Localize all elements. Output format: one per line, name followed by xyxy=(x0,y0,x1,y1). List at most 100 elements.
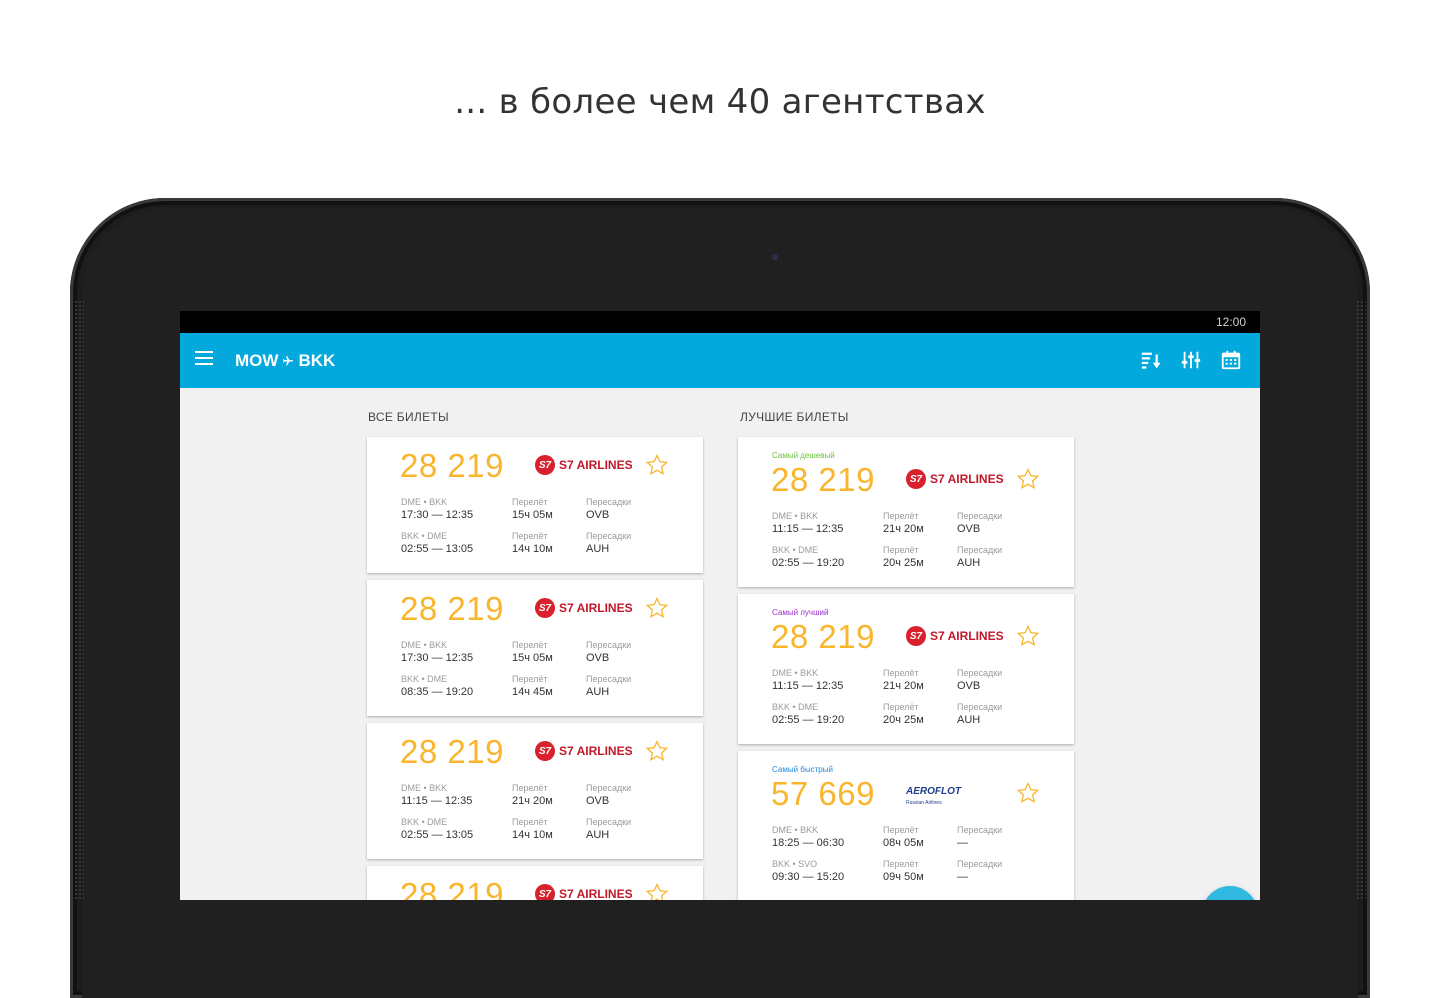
airline-logo: S7 S7 AIRLINES xyxy=(535,884,633,900)
s7-logo-icon: S7 xyxy=(535,455,555,475)
favorite-star-icon[interactable] xyxy=(1016,624,1040,648)
s7-logo-icon: S7 xyxy=(906,469,926,489)
leg-route: BKK • DME xyxy=(401,674,448,684)
favorite-star-icon[interactable] xyxy=(1016,781,1040,805)
leg-duration-label: Перелёт xyxy=(512,783,548,793)
s7-logo-icon: S7 xyxy=(535,598,555,618)
leg-duration-label: Перелёт xyxy=(512,817,548,827)
leg-duration-label: Перелёт xyxy=(512,531,548,541)
status-bar: 12:00 xyxy=(180,311,1260,333)
headline: ... в более чем 40 агентствах xyxy=(454,82,986,122)
airline-name: S7 AIRLINES xyxy=(930,472,1004,486)
leg-transfers-label: Пересадки xyxy=(957,511,1003,521)
leg-time: 11:15 — 12:35 xyxy=(401,795,473,807)
camera-dot xyxy=(772,254,778,260)
ticket-price: 28 219 xyxy=(400,447,504,484)
leg-time: 02:55 — 19:20 xyxy=(772,714,845,726)
airline-logo: S7 S7 AIRLINES xyxy=(906,626,1004,646)
leg-duration: 08ч 05м xyxy=(883,837,924,849)
leg-duration-label: Перелёт xyxy=(883,825,919,835)
leg-time: 09:30 — 15:20 xyxy=(772,871,845,883)
ticket-card[interactable]: 28 219 S7 S7 AIRLINES xyxy=(367,866,703,900)
leg-transfers: AUH xyxy=(586,686,610,698)
leg-transfers-label: Пересадки xyxy=(586,497,632,507)
ticket-card[interactable]: Самый быстрый 57 669 AEROFLOT Russian Airli… xyxy=(738,751,1074,900)
leg-transfers-label: Пересадки xyxy=(957,545,1003,555)
ticket-card[interactable]: Самый лучший 28 219 S7 S7 AIRLINES DME • BKK… xyxy=(738,594,1074,744)
leg-transfers-label: Пересадки xyxy=(957,859,1003,869)
sort-icon[interactable] xyxy=(1140,349,1162,371)
ticket-tag: Самый лучший xyxy=(772,608,829,617)
favorite-star-icon[interactable] xyxy=(645,596,669,620)
leg-transfers: AUH xyxy=(586,543,610,555)
status-time: 12:00 xyxy=(1215,315,1246,329)
leg-route: BKK • DME xyxy=(401,531,448,541)
favorite-star-icon[interactable] xyxy=(645,882,669,900)
airline-name: AEROFLOT xyxy=(906,786,961,797)
app-bar: MOW BKK xyxy=(180,333,1260,388)
ticket-price: 28 219 xyxy=(771,461,875,498)
s7-logo-icon: S7 xyxy=(906,626,926,646)
ticket-card[interactable]: 28 219 S7 S7 AIRLINES DME • BKK 17:30 — 12:3… xyxy=(367,580,703,716)
plane-icon xyxy=(283,356,294,366)
route-title: MOW BKK xyxy=(235,351,335,371)
airline-logo: AEROFLOT Russian Airlines xyxy=(906,781,961,806)
leg-transfers-label: Пересадки xyxy=(586,817,632,827)
ticket-card[interactable]: Самый дешевый 28 219 S7 S7 AIRLINES DME • BK… xyxy=(738,437,1074,587)
fab-button[interactable] xyxy=(1202,886,1258,900)
leg-time: 17:30 — 12:35 xyxy=(401,652,474,664)
airline-name: S7 AIRLINES xyxy=(559,601,633,615)
leg-duration: 21ч 20м xyxy=(883,523,924,535)
ticket-price: 28 219 xyxy=(400,590,504,627)
tablet-screen: 12:00 MOW BKK ВСЕ БИЛЕТЫ ЛУЧШИЕ БИЛЕТЫ 2… xyxy=(180,311,1260,900)
leg-transfers-label: Пересадки xyxy=(586,783,632,793)
filter-icon[interactable] xyxy=(1180,349,1202,371)
airline-name: S7 AIRLINES xyxy=(930,629,1004,643)
favorite-star-icon[interactable] xyxy=(645,453,669,477)
airline-logo: S7 S7 AIRLINES xyxy=(906,469,1004,489)
airline-subtitle: Russian Airlines xyxy=(906,800,942,806)
leg-duration-label: Перелёт xyxy=(512,674,548,684)
favorite-star-icon[interactable] xyxy=(645,739,669,763)
leg-duration: 09ч 50м xyxy=(883,871,924,883)
all-tickets-title: ВСЕ БИЛЕТЫ xyxy=(368,410,449,424)
airline-name: S7 AIRLINES xyxy=(559,744,633,758)
leg-duration-label: Перелёт xyxy=(512,497,548,507)
leg-duration: 20ч 25м xyxy=(883,714,924,726)
s7-logo-icon: S7 xyxy=(535,884,555,900)
airline-name: S7 AIRLINES xyxy=(559,887,633,900)
leg-duration-label: Перелёт xyxy=(883,859,919,869)
leg-transfers: — xyxy=(957,837,968,849)
leg-transfers-label: Пересадки xyxy=(586,531,632,541)
leg-route: BKK • DME xyxy=(772,702,819,712)
leg-time: 11:15 — 12:35 xyxy=(772,523,844,535)
menu-icon[interactable] xyxy=(195,351,213,365)
airline-logo: S7 S7 AIRLINES xyxy=(535,741,633,761)
ticket-card[interactable]: 28 219 S7 S7 AIRLINES DME • BKK 17:30 — 12:3… xyxy=(367,437,703,573)
leg-transfers-label: Пересадки xyxy=(957,668,1003,678)
leg-transfers: OVB xyxy=(957,680,981,692)
leg-duration: 20ч 25м xyxy=(883,557,924,569)
leg-transfers-label: Пересадки xyxy=(957,825,1003,835)
calendar-icon[interactable] xyxy=(1220,349,1242,371)
leg-duration: 15ч 05м xyxy=(512,509,553,521)
leg-route: DME • BKK xyxy=(772,825,819,835)
ticket-price: 28 219 xyxy=(400,876,504,900)
leg-duration-label: Перелёт xyxy=(512,640,548,650)
ticket-price: 28 219 xyxy=(400,733,504,770)
leg-transfers: OVB xyxy=(586,652,610,664)
airline-logo: S7 S7 AIRLINES xyxy=(535,598,633,618)
leg-transfers-label: Пересадки xyxy=(586,640,632,650)
leg-route: DME • BKK xyxy=(772,511,819,521)
leg-duration: 15ч 05м xyxy=(512,652,553,664)
leg-time: 02:55 — 13:05 xyxy=(401,543,474,555)
origin-code: MOW xyxy=(235,351,279,370)
leg-duration-label: Перелёт xyxy=(883,511,919,521)
ticket-card[interactable]: 28 219 S7 S7 AIRLINES DME • BKK 11:15 — 12:3… xyxy=(367,723,703,859)
favorite-star-icon[interactable] xyxy=(1016,467,1040,491)
airline-name: S7 AIRLINES xyxy=(559,458,633,472)
leg-transfers: AUH xyxy=(957,714,981,726)
leg-transfers-label: Пересадки xyxy=(586,674,632,684)
leg-time: 08:35 — 19:20 xyxy=(401,686,474,698)
leg-transfers: OVB xyxy=(586,795,610,807)
